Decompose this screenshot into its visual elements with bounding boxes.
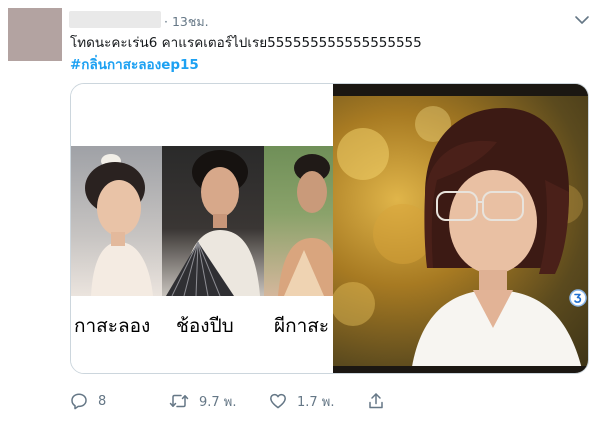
reply-icon	[71, 393, 87, 410]
redacted-user-name[interactable]	[69, 11, 161, 28]
caption-kasalong: กาสะลอง	[74, 316, 151, 337]
tv-frame-bottom	[333, 366, 588, 373]
retweet-button[interactable]: 9.7 พ.	[169, 391, 237, 411]
hashtag-link[interactable]: #กลิ่นกาสะลองep15	[70, 55, 199, 75]
channel-3-logo	[569, 289, 587, 307]
caption-chongpeep: ช้องปีบ	[176, 316, 234, 337]
retweet-icon	[169, 394, 189, 408]
character-comparison-image: กาสะลอง ช้องปีบ ผีกาสะ	[71, 84, 333, 373]
tweet-text: โทดนะคะเร่น6 คาแรคเตอร์ไปเรย555555555555…	[70, 35, 422, 51]
avatar[interactable]	[8, 8, 62, 61]
tweet-timestamp[interactable]: · 13ชม.	[164, 12, 209, 32]
like-button[interactable]: 1.7 พ.	[269, 391, 335, 411]
portrait-chongpeep	[162, 146, 264, 296]
tv-screenshot-image	[333, 84, 588, 373]
portrait-kasalong	[71, 146, 162, 296]
share-icon	[369, 393, 383, 409]
media-attachment[interactable]: กาสะลอง ช้องปีบ ผีกาสะ	[70, 83, 589, 374]
portrait-phee-kasalong	[264, 146, 333, 296]
retweet-count: 9.7 พ.	[199, 394, 237, 410]
reply-button[interactable]: 8	[70, 391, 106, 411]
chevron-down-icon[interactable]	[574, 14, 590, 26]
like-count: 1.7 พ.	[297, 394, 335, 410]
tweet-card[interactable]: · 13ชม. โทดนะคะเร่น6 คาแรคเตอร์ไปเรย5555…	[0, 0, 600, 421]
heart-icon	[270, 393, 286, 409]
tv-frame-top	[333, 84, 588, 96]
share-button[interactable]	[367, 391, 385, 411]
tweet-actions: 8 9.7 พ. 1.7 พ.	[70, 391, 390, 411]
caption-phee-kasalong: ผีกาสะ	[274, 316, 330, 337]
reply-count: 8	[98, 393, 107, 409]
